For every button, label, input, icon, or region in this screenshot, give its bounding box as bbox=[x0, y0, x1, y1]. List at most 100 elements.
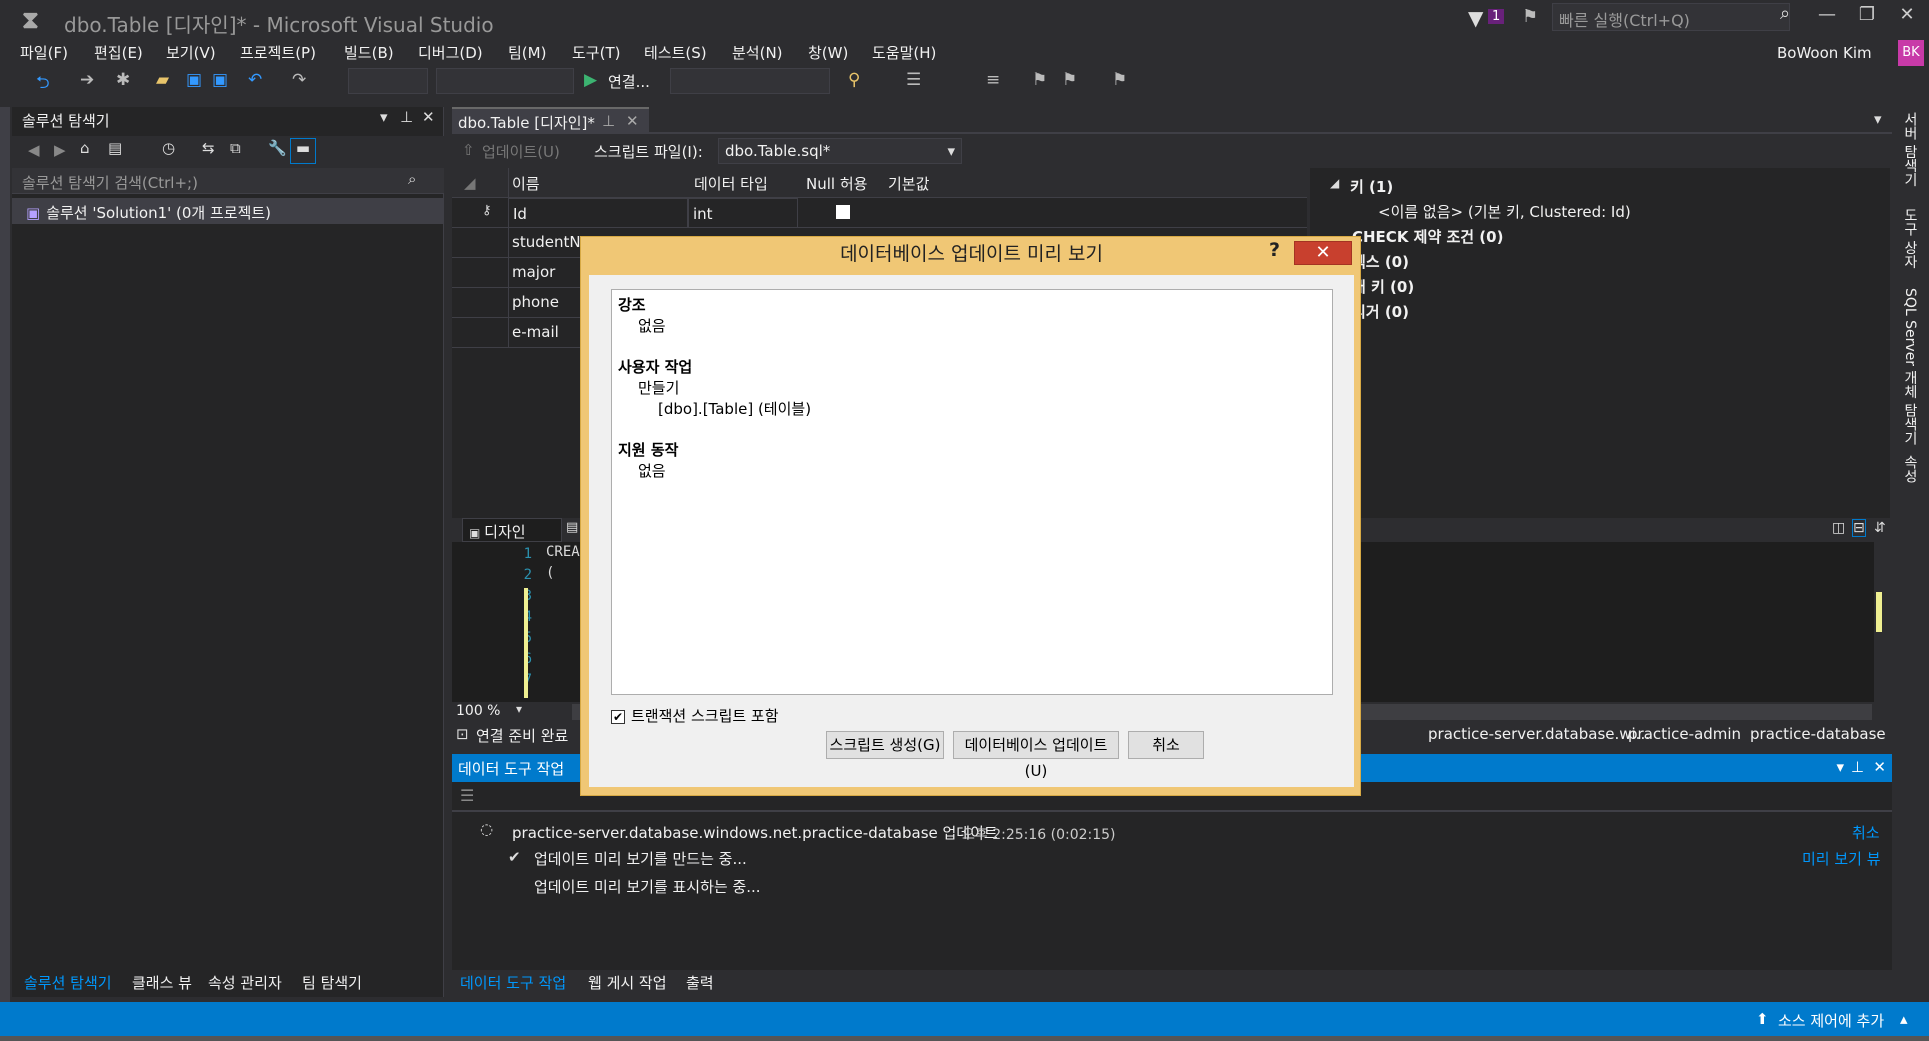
pin-icon[interactable]: ⊥ bbox=[1851, 758, 1864, 776]
foreign-key-group[interactable]: 래 키 (0) bbox=[1352, 276, 1414, 297]
bookmark-icon[interactable]: ⚑ bbox=[1032, 70, 1047, 90]
update-button[interactable]: 업데이트(U) bbox=[482, 141, 560, 162]
search-icon[interactable]: ⌕ bbox=[408, 170, 416, 188]
doc-tab-dropdown-icon[interactable]: ▾ bbox=[1874, 110, 1882, 128]
save-icon[interactable]: ▣ bbox=[186, 70, 202, 90]
find-in-files-icon[interactable]: ⚲ bbox=[848, 70, 860, 90]
comment-icon[interactable]: ≡ bbox=[986, 70, 1000, 90]
update-summary-list[interactable]: 강조 없음 사용자 작업 만들기 [dbo].[Table] (테이블) 지원 … bbox=[611, 289, 1333, 695]
help-button[interactable]: ? bbox=[1269, 239, 1280, 261]
zoom-level[interactable]: 100 % bbox=[456, 703, 500, 719]
chevron-up-icon[interactable]: ▴ bbox=[1900, 1010, 1908, 1028]
tab-solution-explorer[interactable]: 솔루션 탐색기 bbox=[24, 972, 112, 993]
feedback-icon[interactable]: ⚑ bbox=[1522, 6, 1538, 27]
bookmark-prev-icon[interactable]: ⚑ bbox=[1062, 70, 1077, 90]
avatar[interactable]: BK bbox=[1898, 40, 1924, 66]
cell-name[interactable]: e-mail bbox=[508, 323, 559, 341]
dialog-close-button[interactable]: ✕ bbox=[1294, 241, 1352, 265]
close-window-button[interactable]: ✕ bbox=[1889, 4, 1925, 32]
include-transaction-checkbox[interactable]: ✔ bbox=[611, 710, 625, 724]
chevron-down-icon[interactable]: ▾ bbox=[516, 702, 522, 716]
close-panel-icon[interactable]: ✕ bbox=[1873, 758, 1886, 776]
panel-menu-icon[interactable]: ▾ bbox=[1836, 758, 1844, 776]
update-icon[interactable]: ⇧ bbox=[462, 141, 475, 159]
key-item[interactable]: <이름 없음> (기본 키, Clustered: Id) bbox=[1378, 201, 1631, 222]
minimize-button[interactable]: — bbox=[1809, 4, 1845, 32]
back-icon[interactable]: ⮌ bbox=[36, 70, 50, 99]
close-panel-icon[interactable]: ✕ bbox=[422, 108, 435, 126]
cell-name[interactable]: studentNa bbox=[508, 233, 590, 251]
tab-team-explorer[interactable]: 팀 탐색기 bbox=[302, 972, 362, 993]
header-type[interactable]: 데이터 타입 bbox=[694, 173, 768, 194]
user-name[interactable]: BoWoon Kim bbox=[1777, 44, 1872, 62]
update-database-button[interactable]: 데이터베이스 업데이트(U) bbox=[953, 731, 1119, 780]
menu-file[interactable]: 파일(F) bbox=[20, 42, 68, 63]
check-group[interactable]: CHECK 제약 조건 (0) bbox=[1352, 226, 1503, 247]
solution-root[interactable]: ▣ 솔루션 'Solution1' (0개 프로젝트) bbox=[12, 198, 444, 224]
cell-name[interactable]: major bbox=[508, 263, 555, 281]
panel-menu-icon[interactable]: ▾ bbox=[380, 108, 388, 126]
keys-group[interactable]: 키 (1) bbox=[1350, 176, 1393, 197]
header-name[interactable]: 이름 bbox=[512, 173, 540, 194]
cell-name[interactable]: phone bbox=[508, 293, 559, 311]
cell-name[interactable]: Id bbox=[508, 198, 688, 228]
include-transaction-option[interactable]: ✔ 트랜잭션 스크립트 포함 bbox=[611, 705, 779, 726]
close-tab-icon[interactable]: ✕ bbox=[626, 112, 639, 130]
menu-help[interactable]: 도움말(H) bbox=[872, 42, 936, 63]
add-source-control-button[interactable]: 소스 제어에 추가 bbox=[1778, 1010, 1884, 1031]
tsql-tab-icon[interactable]: ▤ bbox=[566, 520, 578, 535]
menu-tools[interactable]: 도구(T) bbox=[572, 42, 620, 63]
pin-icon[interactable]: ⊥ bbox=[400, 108, 413, 126]
target-combo[interactable] bbox=[670, 68, 830, 94]
restore-button[interactable]: ❐ bbox=[1849, 4, 1885, 32]
expand-icon[interactable]: ◢ bbox=[1330, 176, 1339, 190]
tab-property-manager[interactable]: 속성 관리자 bbox=[208, 972, 282, 993]
save-all-icon[interactable]: ▣ bbox=[212, 70, 228, 90]
menu-team[interactable]: 팀(M) bbox=[508, 42, 546, 63]
menu-edit[interactable]: 편집(E) bbox=[94, 42, 143, 63]
generate-script-button[interactable]: 스크립트 생성(G) bbox=[826, 731, 944, 759]
undo-icon[interactable]: ↶ bbox=[248, 70, 262, 90]
clear-list-icon[interactable]: ☰ bbox=[460, 786, 474, 805]
tab-output[interactable]: 출력 bbox=[686, 972, 714, 993]
platform-combo[interactable] bbox=[436, 68, 574, 94]
notification-filter-icon[interactable]: ▼ bbox=[1468, 6, 1483, 30]
bookmark-clear-icon[interactable]: ⚑ bbox=[1112, 70, 1127, 90]
cell-type[interactable]: int bbox=[688, 198, 798, 228]
preview-view-link[interactable]: 미리 보기 뷰 bbox=[1802, 848, 1881, 869]
connect-button[interactable]: 연결... bbox=[608, 71, 650, 92]
search-icon[interactable]: ⌕ bbox=[1780, 3, 1790, 24]
pending-changes-icon[interactable]: ◷ bbox=[162, 139, 175, 157]
menu-debug[interactable]: 디버그(D) bbox=[418, 42, 483, 63]
switch-view-icon[interactable]: ▤ bbox=[108, 139, 122, 157]
table-row[interactable]: ⚷ Id int bbox=[452, 198, 1307, 348]
sync-icon[interactable]: ⇆ bbox=[202, 139, 215, 157]
split-vertical-icon[interactable]: ◫ bbox=[1832, 520, 1845, 536]
tab-class-view[interactable]: 클래스 뷰 bbox=[132, 972, 192, 993]
toolbox-tab[interactable]: 도구 상자 bbox=[1900, 208, 1920, 268]
properties-tab[interactable]: 속성 bbox=[1900, 455, 1920, 483]
properties-icon[interactable]: 🔧 bbox=[268, 139, 287, 157]
notification-badge[interactable]: 1 bbox=[1488, 9, 1505, 24]
header-null[interactable]: Null 허용 bbox=[806, 173, 867, 194]
script-file-combo[interactable]: dbo.Table.sql* ▾ bbox=[718, 138, 962, 164]
tab-web-publish[interactable]: 웹 게시 작업 bbox=[588, 972, 667, 993]
preview-icon[interactable]: ▬ bbox=[290, 138, 316, 164]
null-checkbox[interactable] bbox=[836, 205, 850, 219]
format-icon[interactable]: ☰ bbox=[906, 70, 921, 90]
tab-design[interactable]: ▣ 디자인 bbox=[462, 518, 562, 542]
header-default[interactable]: 기본값 bbox=[888, 173, 929, 194]
start-icon[interactable]: ▶ bbox=[584, 70, 597, 90]
collapse-all-icon[interactable]: ⧉ bbox=[230, 139, 241, 157]
menu-view[interactable]: 보기(V) bbox=[166, 42, 216, 63]
menu-project[interactable]: 프로젝트(P) bbox=[240, 42, 316, 63]
menu-window[interactable]: 창(W) bbox=[808, 42, 848, 63]
sql-object-explorer-tab[interactable]: SQL Server 개체 탐색기 bbox=[1900, 288, 1920, 445]
forward-icon[interactable]: ➔ bbox=[80, 70, 94, 90]
solution-config-combo[interactable] bbox=[348, 68, 428, 94]
solution-explorer-search[interactable]: 솔루션 탐색기 검색(Ctrl+;) bbox=[12, 168, 444, 194]
tab-dbo-table[interactable]: dbo.Table [디자인]* ⊥ ✕ bbox=[452, 107, 649, 133]
server-explorer-tab[interactable]: 서버 탐색기 bbox=[1900, 112, 1920, 186]
menu-test[interactable]: 테스트(S) bbox=[644, 42, 707, 63]
tab-data-tools[interactable]: 데이터 도구 작업 bbox=[460, 972, 566, 993]
